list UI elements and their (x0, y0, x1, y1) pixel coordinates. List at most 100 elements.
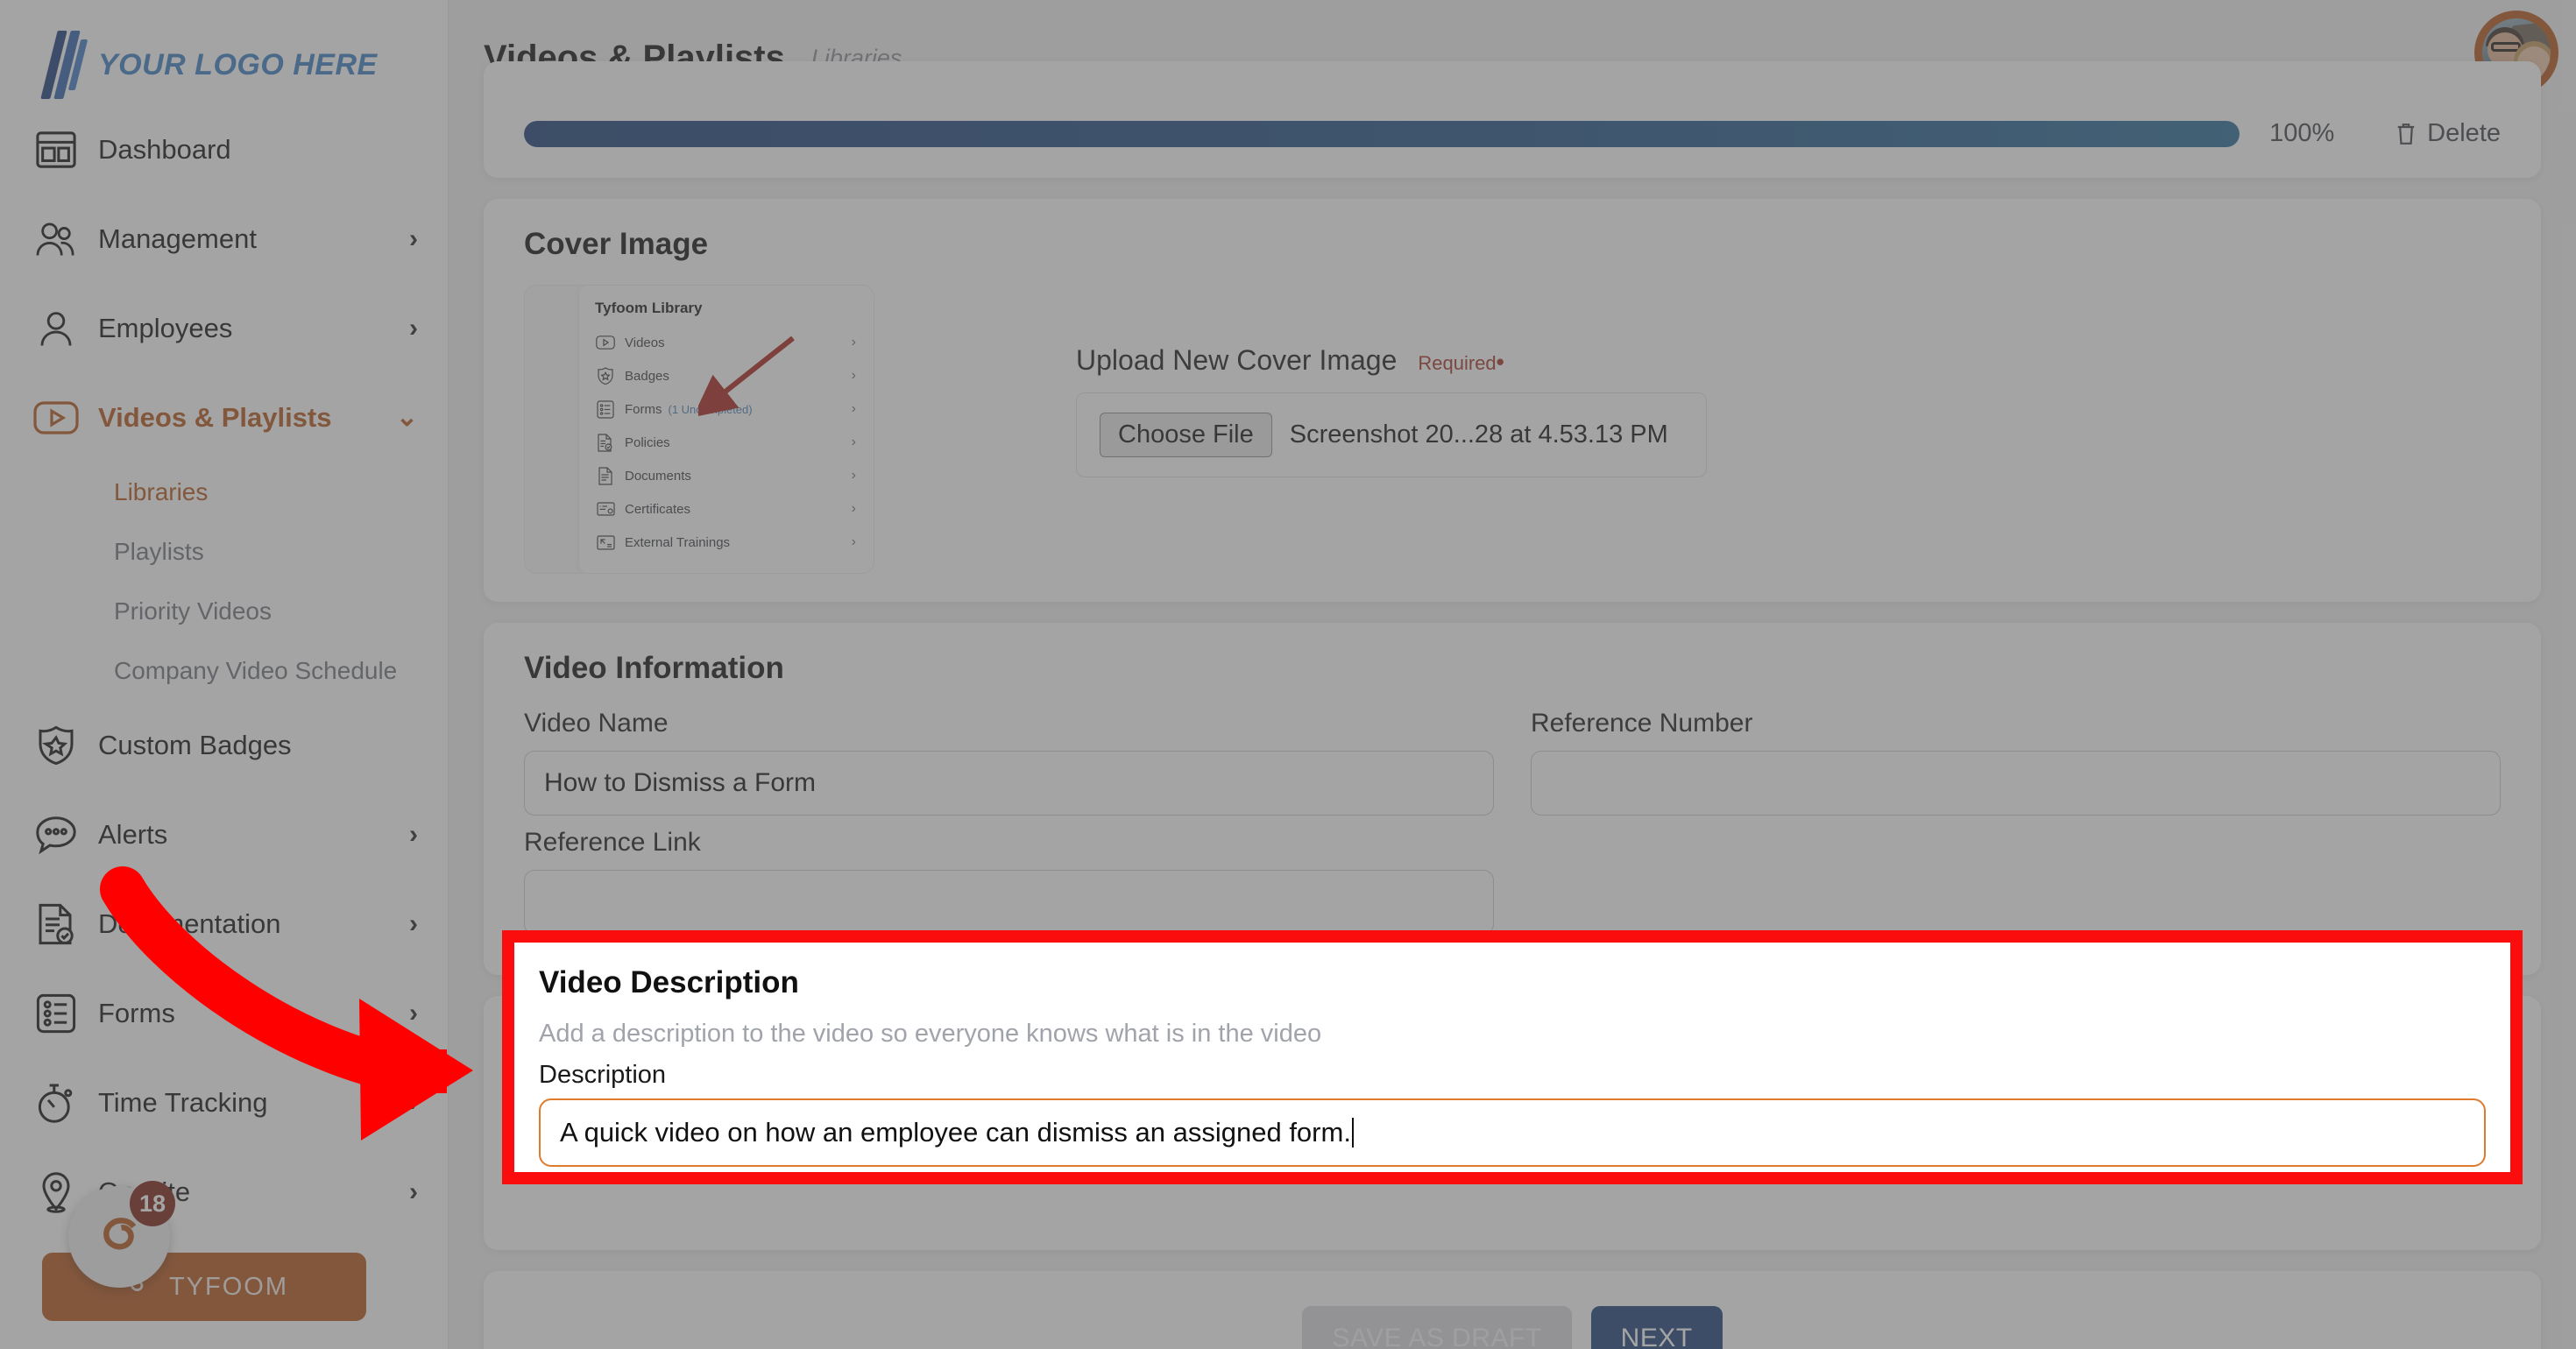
description-field-label: Description (539, 1061, 667, 1089)
external-training-icon (595, 532, 616, 553)
delete-upload-button[interactable]: Delete (2396, 119, 2501, 148)
sidebar-item-employees[interactable]: Employees › (0, 284, 448, 373)
upload-progress-bar (524, 120, 2240, 147)
sidebar-item-label: Forms (98, 998, 175, 1028)
sidebar-subitem-label: Company Video Schedule (114, 657, 398, 684)
cover-image-card: Cover Image Tyfoom Library Videos › Badg… (484, 199, 2541, 602)
required-badge: Required• (1418, 349, 1504, 375)
preview-row-label: Policies (625, 434, 670, 450)
sidebar-item-dashboard[interactable]: Dashboard (0, 105, 448, 194)
selected-file-name: Screenshot 20...28 at 4.53.13 PM (1289, 420, 1668, 448)
document-check-icon (33, 901, 79, 947)
preview-row-label: External Trainings (625, 534, 731, 550)
sidebar-item-label: Employees (98, 313, 233, 343)
sidebar-item-time-tracking[interactable]: Time Tracking › (0, 1058, 448, 1148)
sidebar-item-label: Videos & Playlists (98, 402, 332, 433)
video-description-highlight: Video Description Add a description to t… (502, 930, 2523, 1184)
people-icon (33, 216, 79, 262)
preview-row: Documents › (595, 459, 856, 492)
form-list-icon (595, 399, 616, 420)
sidebar-item-documentation[interactable]: Documentation › (0, 879, 448, 969)
chevron-right-icon: › (851, 534, 856, 549)
tyfoom-button-label: TYFOOM (168, 1272, 289, 1301)
sidebar-item-on-site[interactable]: On-Site › (0, 1148, 448, 1237)
reference-number-label: Reference Number (1531, 709, 1753, 738)
chevron-right-icon: › (409, 909, 418, 938)
reference-link-label: Reference Link (524, 828, 701, 857)
badge-shield-icon (33, 723, 79, 768)
sidebar-item-label: Management (98, 223, 257, 254)
upload-progress-fill (524, 120, 2240, 147)
preview-row-label: Videos (625, 335, 665, 350)
document-icon (595, 465, 616, 486)
reference-link-field-group: Reference Link (524, 828, 1494, 935)
text-caret (1351, 1118, 1354, 1148)
preview-row: Certificates › (595, 492, 856, 526)
sidebar-nav: Dashboard Management › Employees › Video… (0, 105, 448, 1237)
preview-row-sub: (1 Uncompleted) (668, 402, 753, 416)
reference-number-input[interactable] (1531, 751, 2501, 816)
sidebar-item-custom-badges[interactable]: Custom Badges (0, 701, 448, 790)
chevron-right-icon: › (851, 434, 856, 449)
stopwatch-icon (33, 1080, 79, 1126)
video-description-subtitle: Add a description to the video so everyo… (539, 1020, 1322, 1048)
sidebar-item-label: Alerts (98, 819, 168, 850)
sidebar-item-alerts[interactable]: Alerts › (0, 790, 448, 879)
video-name-input[interactable]: How to Dismiss a Form (524, 751, 1494, 816)
sidebar-subitem-playlists[interactable]: Playlists (0, 522, 448, 582)
reference-number-field-group: Reference Number (1531, 709, 2501, 816)
upload-progress-card: 100% Delete (484, 61, 2541, 178)
preview-row-forms: Forms (1 Uncompleted) › (595, 392, 856, 426)
chevron-right-icon: › (409, 314, 418, 343)
badge-shield-icon (595, 365, 616, 386)
file-upload-field[interactable]: Choose File Screenshot 20...28 at 4.53.1… (1076, 392, 1707, 477)
sidebar-subitem-company-video-schedule[interactable]: Company Video Schedule (0, 641, 448, 701)
sidebar-subitem-label: Libraries (114, 478, 209, 505)
chevron-down-icon: ⌄ (395, 403, 418, 432)
sidebar-item-label: Documentation (98, 908, 281, 939)
cover-image-preview[interactable]: Tyfoom Library Videos › Badges › Forms (… (524, 285, 874, 574)
sidebar-item-label: Custom Badges (98, 730, 292, 760)
video-information-section-title: Video Information (524, 651, 784, 685)
chevron-right-icon: › (851, 468, 856, 483)
sidebar-subitem-label: Priority Videos (114, 597, 272, 625)
chevron-right-icon: › (409, 999, 418, 1028)
form-list-icon (33, 991, 79, 1036)
delete-label: Delete (2427, 119, 2501, 147)
cover-image-preview-panel: Tyfoom Library Videos › Badges › Forms (… (579, 286, 874, 573)
preview-row: Policies › (595, 426, 856, 459)
chat-alert-icon (33, 812, 79, 858)
description-input[interactable]: A quick video on how an employee can dis… (539, 1098, 2486, 1167)
sidebar-subitem-libraries[interactable]: Libraries (0, 463, 448, 522)
next-button[interactable]: NEXT (1590, 1306, 1723, 1349)
preview-title: Tyfoom Library (595, 300, 703, 316)
sidebar-item-label: Dashboard (98, 134, 231, 165)
sidebar-item-label: Time Tracking (98, 1087, 268, 1118)
chevron-right-icon: › (409, 820, 418, 849)
sidebar-item-management[interactable]: Management › (0, 194, 448, 284)
upload-cover-image-section: Upload New Cover Image Required• Choose … (1076, 285, 1707, 477)
preview-row-label: Certificates (625, 501, 691, 517)
video-icon (595, 332, 616, 353)
choose-file-button[interactable]: Choose File (1100, 413, 1272, 457)
upload-cover-image-label: Upload New Cover Image (1076, 344, 1398, 376)
sidebar-subitem-label: Playlists (114, 538, 204, 565)
save-as-draft-button[interactable]: SAVE AS DRAFT (1302, 1306, 1572, 1349)
description-input-value: A quick video on how an employee can dis… (560, 1117, 1351, 1148)
sidebar-subitem-priority-videos[interactable]: Priority Videos (0, 582, 448, 641)
chevron-right-icon: › (409, 224, 418, 253)
trash-icon (2397, 123, 2415, 145)
preview-row: External Trainings › (595, 526, 856, 559)
video-information-card: Video Information Video Name How to Dism… (484, 623, 2541, 975)
sidebar-item-forms[interactable]: Forms › (0, 969, 448, 1058)
certificate-icon (595, 498, 616, 519)
chevron-right-icon: › (851, 501, 856, 516)
sidebar-item-videos-playlists[interactable]: Videos & Playlists ⌄ (0, 373, 448, 463)
upload-progress-percent: 100% (2269, 119, 2335, 147)
person-icon (33, 306, 79, 351)
reference-link-input[interactable] (524, 870, 1494, 935)
logo[interactable]: YOUR LOGO HERE (0, 0, 448, 105)
tyfoom-help-fab[interactable]: 18 (68, 1181, 175, 1288)
notification-badge: 18 (130, 1181, 175, 1226)
dashboard-icon (33, 127, 79, 173)
